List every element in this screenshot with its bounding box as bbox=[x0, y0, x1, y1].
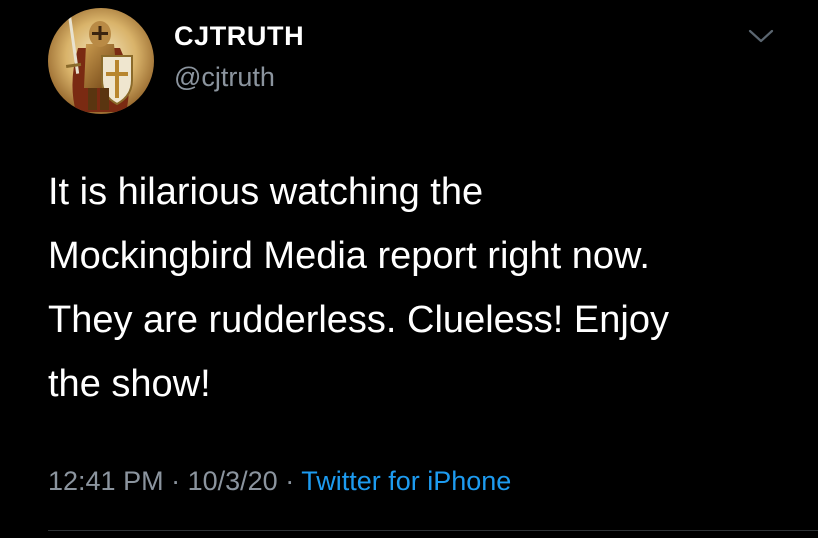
tweet-text-line: It is hilarious watching the bbox=[48, 171, 484, 213]
author-display-name[interactable]: CJTRUTH bbox=[174, 21, 304, 52]
tweet-text-line: Mockingbird Media report right now. bbox=[48, 235, 650, 277]
tweet-text-line: the show! bbox=[48, 363, 211, 405]
tweet-menu-button[interactable] bbox=[746, 26, 776, 46]
knight-crusader-avatar-icon bbox=[48, 8, 154, 114]
tweet-text: It is hilarious watching the Mockingbird… bbox=[48, 160, 788, 416]
tweet-source-link[interactable]: Twitter for iPhone bbox=[301, 466, 511, 496]
tweet-metadata: 12:41 PM · 10/3/20 · Twitter for iPhone bbox=[48, 466, 511, 497]
author-handle[interactable]: @cjtruth bbox=[174, 62, 275, 93]
tweet-time[interactable]: 12:41 PM bbox=[48, 466, 164, 496]
meta-separator: · bbox=[171, 466, 181, 496]
tweet-date[interactable]: 10/3/20 bbox=[188, 466, 278, 496]
tweet-card: CJTRUTH @cjtruth It is hilarious watchin… bbox=[0, 0, 818, 538]
meta-separator: · bbox=[285, 466, 295, 496]
avatar[interactable] bbox=[48, 8, 154, 114]
chevron-down-icon bbox=[748, 29, 774, 43]
tweet-text-line: They are rudderless. Clueless! Enjoy bbox=[48, 299, 669, 341]
divider bbox=[48, 530, 818, 531]
